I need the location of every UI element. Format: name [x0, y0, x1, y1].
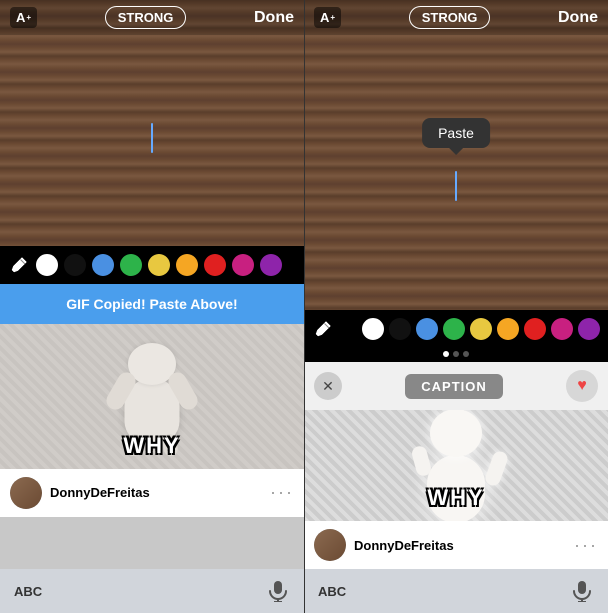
right-color-green[interactable] — [443, 318, 465, 340]
right-gif-why-text: WHY — [304, 485, 608, 511]
left-gif-section: WHY DonnyDeFreitas ··· — [0, 324, 304, 570]
right-username: DonnyDeFreitas — [354, 538, 454, 553]
heart-button[interactable]: ♥ — [566, 370, 598, 402]
dot-2 — [453, 351, 459, 357]
left-gif-why-text: WHY — [0, 433, 304, 459]
right-gif-section: WHY DonnyDeFreitas ··· — [304, 410, 608, 569]
color-black[interactable] — [64, 254, 86, 276]
right-gif-meta: DonnyDeFreitas ··· — [304, 521, 608, 569]
right-gif-image: WHY — [304, 410, 608, 521]
left-more-button[interactable]: ··· — [270, 482, 294, 503]
right-color-red[interactable] — [524, 318, 546, 340]
text-cursor — [151, 123, 153, 153]
right-color-white[interactable] — [362, 318, 384, 340]
text-size-label: A — [16, 10, 25, 25]
color-green[interactable] — [120, 254, 142, 276]
right-editor-bar: A+ STRONG Done — [304, 0, 608, 35]
right-palette-dots — [362, 318, 600, 340]
right-strong-button[interactable]: STRONG — [409, 6, 491, 29]
right-color-palette — [304, 310, 608, 348]
left-editor-canvas: A+ STRONG Done — [0, 0, 304, 246]
right-editor-canvas: A+ STRONG Done Paste — [304, 0, 608, 310]
right-mic-icon[interactable] — [570, 579, 594, 603]
caption-button[interactable]: CAPTION — [405, 374, 503, 399]
strong-button[interactable]: STRONG — [105, 6, 187, 29]
close-button[interactable]: ✕ — [314, 372, 342, 400]
right-text-cursor — [455, 171, 457, 201]
right-color-pink[interactable] — [551, 318, 573, 340]
right-color-black[interactable] — [389, 318, 411, 340]
pencil-icon[interactable] — [8, 254, 30, 276]
left-gif-meta: DonnyDeFreitas ··· — [0, 469, 304, 517]
caption-row: ✕ CAPTION ♥ — [304, 362, 608, 410]
gif-copied-text: GIF Copied! Paste Above! — [66, 296, 237, 312]
gif-copied-bar: GIF Copied! Paste Above! — [0, 284, 304, 324]
right-pencil-icon[interactable] — [312, 318, 334, 340]
done-button[interactable]: Done — [254, 9, 294, 27]
right-text-size-label: A — [320, 10, 329, 25]
panel-divider — [304, 0, 305, 613]
color-orange[interactable] — [176, 254, 198, 276]
right-color-purple[interactable] — [578, 318, 600, 340]
right-text-size-button[interactable]: A+ — [314, 7, 341, 28]
right-panel: A+ STRONG Done Paste — [304, 0, 608, 613]
left-keyboard-bar: ABC — [0, 569, 304, 613]
left-username: DonnyDeFreitas — [50, 485, 150, 500]
right-avatar — [314, 529, 346, 561]
text-size-button[interactable]: A+ — [10, 7, 37, 28]
left-panel: A+ STRONG Done GIF Copied! Paste Above! — [0, 0, 304, 613]
left-gif-image: WHY — [0, 324, 304, 469]
left-mic-icon[interactable] — [266, 579, 290, 603]
right-color-blue[interactable] — [416, 318, 438, 340]
paste-popup[interactable]: Paste — [422, 118, 490, 148]
paste-label: Paste — [438, 125, 474, 141]
color-purple[interactable] — [260, 254, 282, 276]
color-white[interactable] — [36, 254, 58, 276]
right-dot-indicators — [304, 348, 608, 362]
left-gif-card: WHY DonnyDeFreitas ··· — [0, 324, 304, 570]
left-abc-label: ABC — [14, 584, 42, 599]
right-keyboard-bar: ABC — [304, 569, 608, 613]
color-blue[interactable] — [92, 254, 114, 276]
right-abc-label: ABC — [318, 584, 346, 599]
dot-3 — [463, 351, 469, 357]
color-yellow[interactable] — [148, 254, 170, 276]
dot-1 — [443, 351, 449, 357]
right-done-button[interactable]: Done — [558, 9, 598, 27]
left-color-palette — [0, 246, 304, 284]
left-editor-bar: A+ STRONG Done — [0, 0, 304, 35]
left-avatar — [10, 477, 42, 509]
color-red[interactable] — [204, 254, 226, 276]
right-more-button[interactable]: ··· — [574, 535, 598, 556]
right-color-yellow[interactable] — [470, 318, 492, 340]
color-pink[interactable] — [232, 254, 254, 276]
right-color-orange[interactable] — [497, 318, 519, 340]
